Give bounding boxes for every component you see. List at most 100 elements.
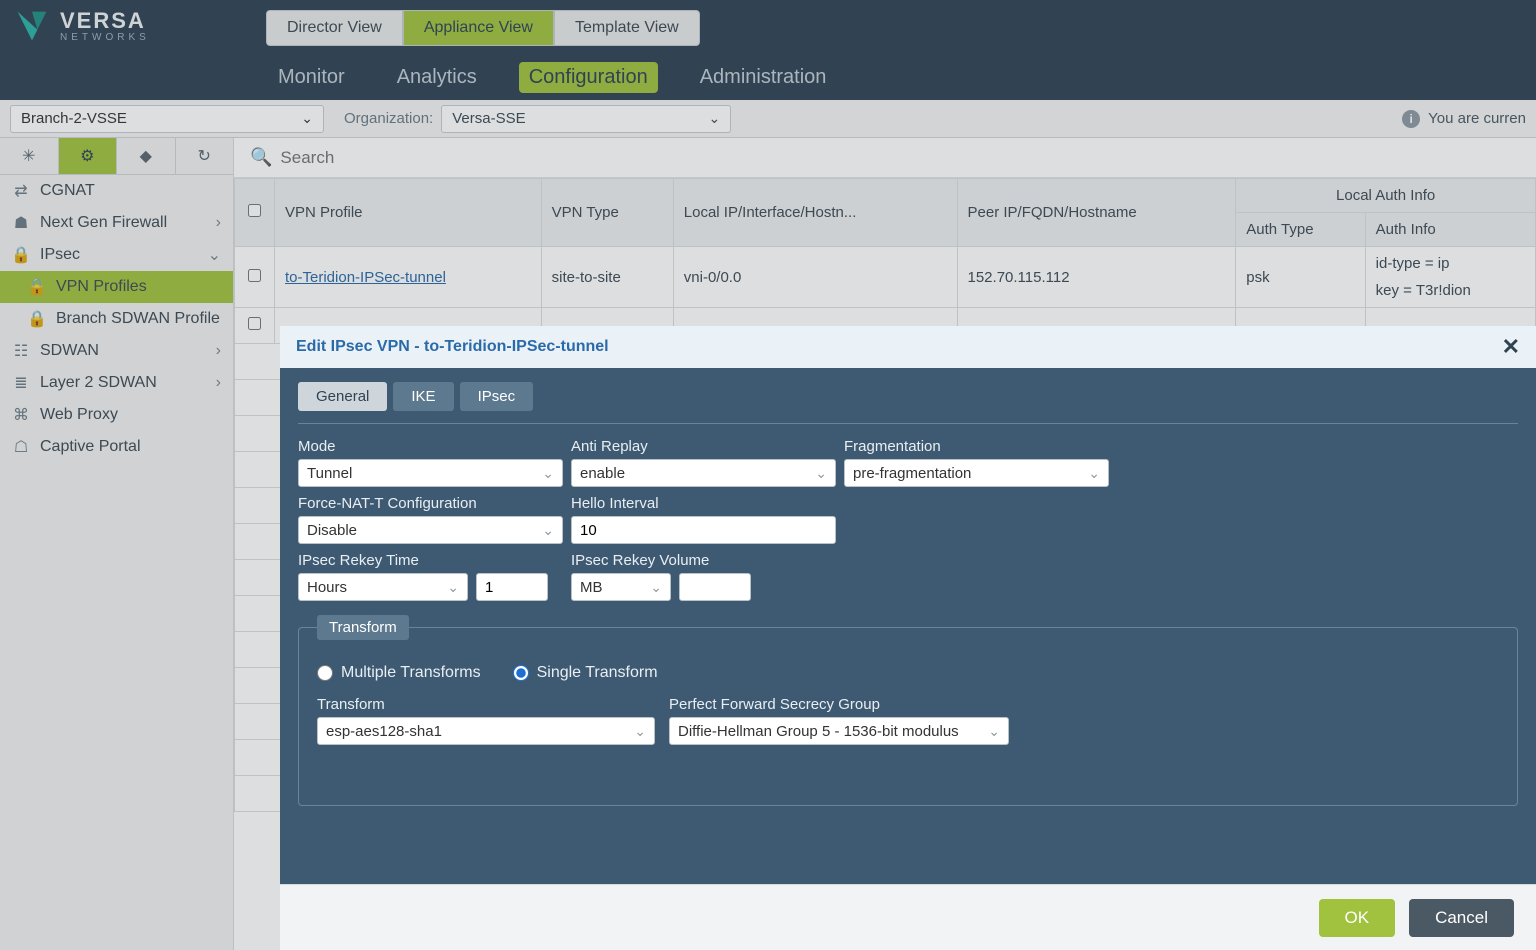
select-value: enable <box>580 465 625 482</box>
select-value: Disable <box>307 522 357 539</box>
row-checkbox[interactable] <box>248 317 261 330</box>
label-rekey-time: IPsec Rekey Time <box>298 552 563 569</box>
radio-multiple-transforms-input[interactable] <box>317 665 333 681</box>
select-value: MB <box>580 579 603 596</box>
transform-legend: Transform <box>317 615 409 640</box>
chevron-down-icon <box>988 723 1000 740</box>
side-icon-settings[interactable]: ⚙ <box>59 138 118 174</box>
vpn-profile-link[interactable]: to-Teridion-IPSec-tunnel <box>285 269 446 286</box>
layers-icon: ≣ <box>12 373 30 393</box>
header-checkbox[interactable] <box>235 179 275 247</box>
sidebar-item-vpn-profiles[interactable]: 🔒 VPN Profiles <box>0 271 233 303</box>
cell-peer: 152.70.115.112 <box>957 247 1236 308</box>
modal-tab-general[interactable]: General <box>298 382 387 411</box>
sidebar-item-ipsec[interactable]: 🔒 IPsec ⌄ <box>0 239 233 271</box>
col-auth-group: Local Auth Info <box>1236 179 1536 213</box>
hello-interval-input-wrap <box>571 516 836 544</box>
sidebar-item-captive-portal[interactable]: ☖ Captive Portal <box>0 431 233 463</box>
modal-title: Edit IPsec VPN - to-Teridion-IPSec-tunne… <box>296 338 609 356</box>
chevron-down-icon <box>650 579 662 596</box>
brand-name: VERSA <box>60 10 150 32</box>
col-auth-type: Auth Type <box>1236 213 1365 247</box>
fragmentation-select[interactable]: pre-fragmentation <box>844 459 1109 487</box>
table-row[interactable]: to-Teridion-IPSec-tunnel site-to-site vn… <box>235 247 1536 308</box>
sidebar-item-ngfw[interactable]: ☗ Next Gen Firewall › <box>0 207 233 239</box>
rekey-time-value-wrap <box>476 573 548 601</box>
label-rekey-vol: IPsec Rekey Volume <box>571 552 836 569</box>
label-fragmentation: Fragmentation <box>844 438 1109 455</box>
sidebar-item-sdwan[interactable]: ☷ SDWAN › <box>0 335 233 367</box>
tab-monitor[interactable]: Monitor <box>268 62 355 93</box>
label-pfs: Perfect Forward Secrecy Group <box>669 696 1009 713</box>
tab-configuration[interactable]: Configuration <box>519 62 658 93</box>
radio-multiple-transforms[interactable]: Multiple Transforms <box>317 664 481 682</box>
sidebar-item-cgnat[interactable]: ⇄ CGNAT <box>0 175 233 207</box>
edit-ipsec-vpn-modal: Edit IPsec VPN - to-Teridion-IPSec-tunne… <box>280 326 1536 950</box>
anti-replay-select[interactable]: enable <box>571 459 836 487</box>
cell-local: vni-0/0.0 <box>673 247 957 308</box>
sidebar-item-branch-sdwan-profile[interactable]: 🔒 Branch SDWAN Profile <box>0 303 233 335</box>
tab-template-view[interactable]: Template View <box>554 10 700 46</box>
org-label: Organization: <box>344 110 433 127</box>
org-select-value: Versa-SSE <box>452 110 525 127</box>
transform-select[interactable]: esp-aes128-sha1 <box>317 717 655 745</box>
radio-label: Multiple Transforms <box>341 664 481 682</box>
sidebar-item-web-proxy[interactable]: ⌘ Web Proxy <box>0 399 233 431</box>
mode-select[interactable]: Tunnel <box>298 459 563 487</box>
sidebar-item-l2-sdwan[interactable]: ≣ Layer 2 SDWAN › <box>0 367 233 399</box>
chevron-down-icon <box>708 110 720 127</box>
sidebar-item-label: Next Gen Firewall <box>40 214 167 232</box>
chevron-down-icon <box>542 522 554 539</box>
radio-single-transform[interactable]: Single Transform <box>513 664 658 682</box>
rekey-vol-value-input[interactable] <box>688 579 742 596</box>
transform-section: Transform Multiple Transforms Single Tra… <box>298 615 1518 806</box>
modal-tab-ipsec[interactable]: IPsec <box>460 382 534 411</box>
side-icon-cube[interactable]: ◆ <box>117 138 176 174</box>
force-nat-select[interactable]: Disable <box>298 516 563 544</box>
row-checkbox[interactable] <box>248 269 261 282</box>
appliance-select[interactable]: Branch-2-VSSE <box>10 105 324 133</box>
tab-analytics[interactable]: Analytics <box>387 62 487 93</box>
info-icon: i <box>1402 110 1420 128</box>
cancel-button[interactable]: Cancel <box>1409 899 1514 937</box>
col-local: Local IP/Interface/Hostn... <box>673 179 957 247</box>
main-tabs: Monitor Analytics Configuration Administ… <box>266 62 1536 93</box>
globe-icon: ⌘ <box>12 405 30 425</box>
side-icon-sync[interactable]: ↻ <box>176 138 234 174</box>
cell-vpn-type: site-to-site <box>541 247 673 308</box>
tab-appliance-view[interactable]: Appliance View <box>403 10 554 46</box>
chevron-down-icon <box>542 465 554 482</box>
label-hello: Hello Interval <box>571 495 836 512</box>
side-icon-topology[interactable]: ✳ <box>0 138 59 174</box>
topbar: VERSA NETWORKS Director View Appliance V… <box>0 0 1536 100</box>
rekey-time-value-input[interactable] <box>485 579 539 596</box>
rekey-vol-value-wrap <box>679 573 751 601</box>
radio-single-transform-input[interactable] <box>513 665 529 681</box>
ok-button[interactable]: OK <box>1319 899 1396 937</box>
hello-interval-input[interactable] <box>580 522 827 539</box>
tab-director-view[interactable]: Director View <box>266 10 403 46</box>
rekey-vol-unit-select[interactable]: MB <box>571 573 671 601</box>
chevron-down-icon <box>815 465 827 482</box>
view-tabs: Director View Appliance View Template Vi… <box>266 10 1536 46</box>
cell-auth-info: id-type = ip key = T3r!dion <box>1365 247 1535 308</box>
pfs-select[interactable]: Diffie-Hellman Group 5 - 1536-bit modulu… <box>669 717 1009 745</box>
label-mode: Mode <box>298 438 563 455</box>
col-vpn-type: VPN Type <box>541 179 673 247</box>
sidebar-item-label: IPsec <box>40 246 80 264</box>
org-select[interactable]: Versa-SSE <box>441 105 731 133</box>
auth-info-line: key = T3r!dion <box>1376 282 1525 299</box>
select-all-checkbox[interactable] <box>248 204 261 217</box>
portal-icon: ☖ <box>12 437 30 457</box>
select-value: esp-aes128-sha1 <box>326 723 442 740</box>
tab-administration[interactable]: Administration <box>690 62 837 93</box>
select-value: Hours <box>307 579 347 596</box>
chevron-right-icon: › <box>216 342 221 360</box>
sidebar-item-label: CGNAT <box>40 182 95 200</box>
modal-tab-ike[interactable]: IKE <box>393 382 453 411</box>
gear-icon: ⚙ <box>80 146 94 166</box>
search-input[interactable] <box>280 148 1528 168</box>
close-icon[interactable]: ✕ <box>1502 334 1520 360</box>
chevron-right-icon: › <box>216 374 221 392</box>
rekey-time-unit-select[interactable]: Hours <box>298 573 468 601</box>
